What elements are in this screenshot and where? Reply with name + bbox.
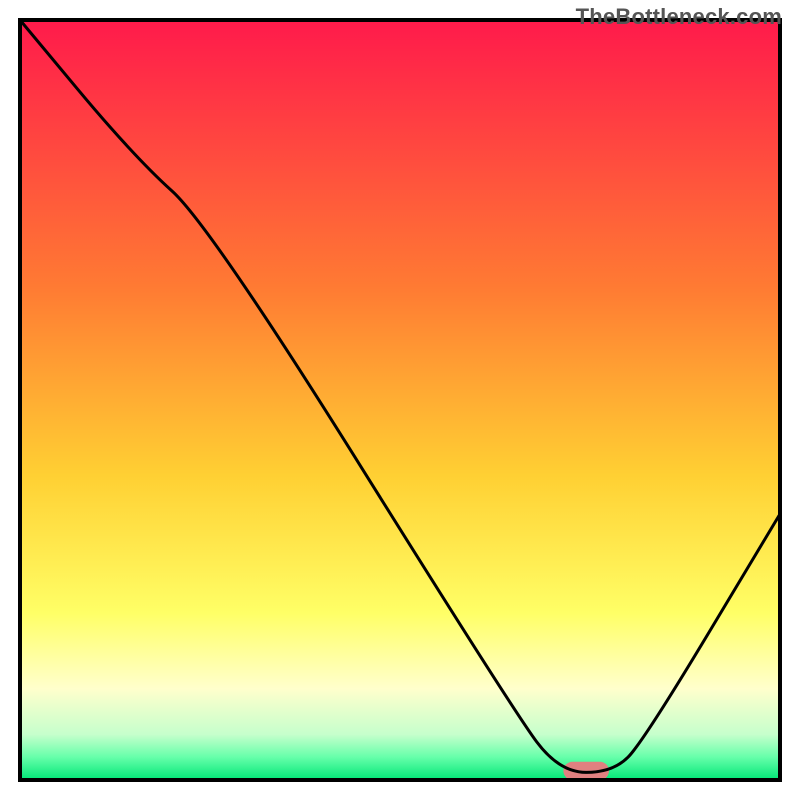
chart-svg: [0, 0, 800, 800]
watermark-text: TheBottleneck.com: [576, 4, 782, 30]
gradient-background: [20, 20, 780, 780]
bottleneck-chart: TheBottleneck.com: [0, 0, 800, 800]
